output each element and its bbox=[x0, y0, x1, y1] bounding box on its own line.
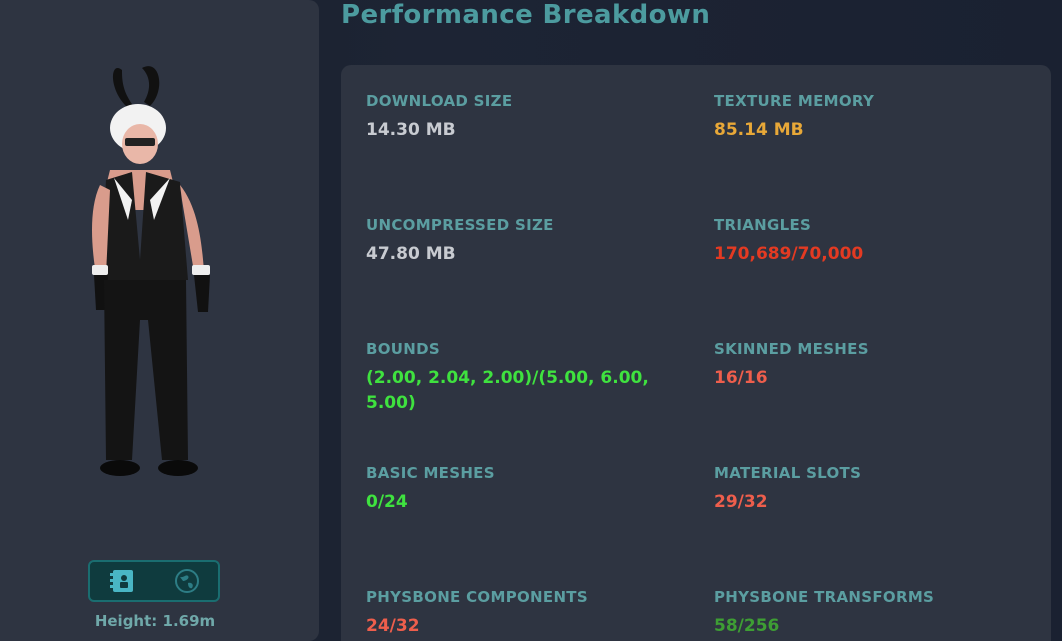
stat-bounds: BOUNDS (2.00, 2.04, 2.00)/(5.00, 6.00, 5… bbox=[366, 340, 676, 416]
globe-icon bbox=[175, 569, 199, 593]
stat-value: 14.30 MB bbox=[366, 120, 456, 140]
stat-label: MATERIAL SLOTS bbox=[714, 464, 862, 482]
stat-physbone-components: PHYSBONE COMPONENTS 24/32 bbox=[366, 588, 666, 639]
stat-label: BASIC MESHES bbox=[366, 464, 495, 482]
stat-label: PHYSBONE COMPONENTS bbox=[366, 588, 588, 606]
avatar-view-toggle bbox=[88, 560, 220, 602]
id-card-view-button[interactable] bbox=[108, 567, 138, 595]
stat-value: 29/32 bbox=[714, 492, 768, 512]
stat-download-size: DOWNLOAD SIZE 14.30 MB bbox=[366, 92, 666, 143]
performance-screen: Height: 1.69m Performance Breakdown DOWN… bbox=[0, 0, 1062, 641]
stat-value: 170,689/70,000 bbox=[714, 244, 864, 264]
avatar-panel: Height: 1.69m bbox=[0, 0, 319, 641]
stat-label: PHYSBONE TRANSFORMS bbox=[714, 588, 935, 606]
stat-value: 85.14 MB bbox=[714, 120, 804, 140]
stat-basic-meshes: BASIC MESHES 0/24 bbox=[366, 464, 666, 515]
avatar-height-label: Height: 1.69m bbox=[94, 612, 216, 630]
stat-material-slots: MATERIAL SLOTS 29/32 bbox=[714, 464, 1014, 515]
stat-value: 58/256 bbox=[714, 616, 780, 636]
stat-label: BOUNDS bbox=[366, 340, 440, 358]
stat-skinned-meshes: SKINNED MESHES 16/16 bbox=[714, 340, 1014, 391]
stat-value: 24/32 bbox=[366, 616, 420, 636]
stat-physbone-transforms: PHYSBONE TRANSFORMS 58/256 bbox=[714, 588, 1014, 639]
stat-label: TEXTURE MEMORY bbox=[714, 92, 875, 110]
stat-value: (2.00, 2.04, 2.00)/(5.00, 6.00, 5.00) bbox=[366, 368, 649, 413]
globe-view-button[interactable] bbox=[172, 567, 202, 595]
id-card-icon bbox=[110, 570, 133, 592]
stat-value: 16/16 bbox=[714, 368, 768, 388]
stat-value: 0/24 bbox=[366, 492, 408, 512]
avatar-preview-image bbox=[92, 66, 210, 476]
performance-stats-panel: DOWNLOAD SIZE 14.30 MB TEXTURE MEMORY 85… bbox=[341, 65, 1051, 641]
stat-label: DOWNLOAD SIZE bbox=[366, 92, 513, 110]
stat-label: SKINNED MESHES bbox=[714, 340, 869, 358]
stat-value: 47.80 MB bbox=[366, 244, 456, 264]
stat-label: TRIANGLES bbox=[714, 216, 812, 234]
stat-label: UNCOMPRESSED SIZE bbox=[366, 216, 554, 234]
stat-uncompressed-size: UNCOMPRESSED SIZE 47.80 MB bbox=[366, 216, 666, 267]
stat-texture-memory: TEXTURE MEMORY 85.14 MB bbox=[714, 92, 1014, 143]
stat-triangles: TRIANGLES 170,689/70,000 bbox=[714, 216, 1014, 267]
page-title: Performance Breakdown bbox=[341, 0, 711, 30]
